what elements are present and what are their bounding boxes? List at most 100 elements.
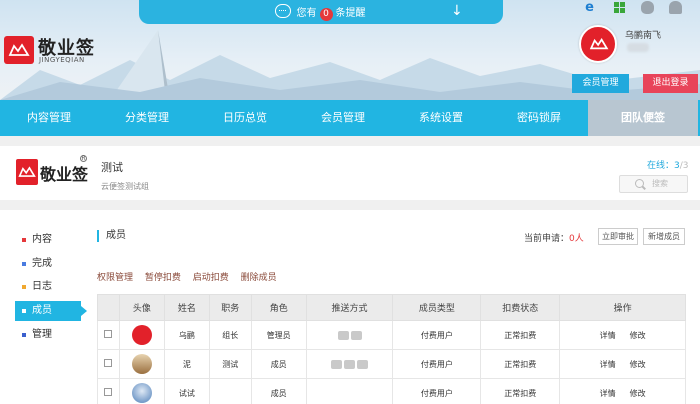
notice-bar[interactable]: 您有 0 条提醒 ↓ — [139, 0, 503, 24]
notice-count-badge: 0 — [319, 7, 333, 21]
push-methods — [305, 349, 394, 379]
member-type: 付费用户 — [392, 320, 482, 350]
pending-applications: 当前申请：0人 — [524, 234, 584, 244]
member-type: 付费用户 — [392, 349, 482, 379]
team-logo-icon — [16, 159, 38, 185]
nav-settings[interactable]: 系统设置 — [392, 100, 490, 136]
team-name: 测试 — [101, 161, 123, 174]
column-header: 职务 — [208, 294, 252, 321]
logo-icon — [4, 36, 34, 64]
member-avatar — [131, 354, 152, 374]
nav-team[interactable]: 团队便签 — [588, 100, 698, 136]
table-row: 乌鹂 组长 管理员 付费用户 正常扣费 详情 修改 — [97, 320, 686, 350]
section-title: 成员 — [97, 230, 126, 242]
online-count[interactable]: 在线：3/3 — [647, 158, 689, 171]
chat-icon — [344, 359, 356, 369]
logout-button[interactable]: 退出登录 — [643, 74, 698, 93]
message-icon — [337, 330, 349, 340]
row-checkbox[interactable] — [104, 388, 113, 396]
member-title — [208, 378, 252, 404]
detail-link[interactable]: 详情 — [600, 389, 616, 398]
row-operations: 详情 修改 — [559, 378, 686, 404]
member-role: 成员 — [250, 349, 307, 379]
nav-calendar[interactable]: 日历总览 — [196, 100, 294, 136]
message-icon — [275, 4, 291, 18]
member-title: 组长 — [208, 320, 252, 350]
detail-link[interactable]: 详情 — [600, 360, 616, 369]
user-avatar[interactable] — [579, 25, 617, 63]
row-operations: 详情 修改 — [559, 349, 686, 379]
team-logo-text: 敬业签 — [40, 165, 89, 184]
member-management-button[interactable]: 会员管理 — [572, 74, 629, 93]
message-icon — [331, 359, 343, 369]
arrow-down-icon[interactable]: ↓ — [451, 4, 463, 18]
resume-billing-link[interactable]: 启动扣费 — [193, 273, 229, 283]
sidebar-item-members[interactable]: 成员 — [15, 301, 87, 321]
sidebar-item-log[interactable]: 日志 — [15, 277, 81, 297]
notice-text: 您有 0 条提醒 — [296, 7, 366, 21]
dot-icon — [22, 333, 26, 337]
add-member-button[interactable]: 新增成员 — [643, 228, 685, 245]
edit-link[interactable]: 修改 — [630, 331, 646, 340]
push-methods — [305, 320, 394, 350]
sidebar-item-done[interactable]: 完成 — [15, 254, 81, 274]
column-header: 角色 — [250, 294, 307, 321]
windows-icon[interactable] — [613, 1, 626, 14]
column-header: 扣费状态 — [480, 294, 561, 321]
pause-billing-link[interactable]: 暂停扣费 — [145, 273, 181, 283]
column-header: 推送方式 — [305, 294, 394, 321]
row-checkbox[interactable] — [104, 330, 113, 338]
billing-status: 正常扣费 — [480, 349, 561, 379]
nav-member[interactable]: 会员管理 — [294, 100, 392, 136]
detail-link[interactable]: 详情 — [600, 331, 616, 340]
column-header — [97, 294, 120, 321]
member-avatar — [131, 383, 152, 403]
nav-lock[interactable]: 密码锁屏 — [490, 100, 588, 136]
search-icon — [635, 179, 644, 188]
dot-icon — [22, 262, 26, 266]
edit-link[interactable]: 修改 — [630, 360, 646, 369]
dot-icon — [22, 285, 26, 289]
member-title: 测试 — [208, 349, 252, 379]
sidebar-item-manage[interactable]: 管理 — [15, 325, 81, 345]
nav-category[interactable]: 分类管理 — [98, 100, 196, 136]
mail-icon — [350, 330, 362, 340]
sidebar-item-content[interactable]: 内容 — [15, 230, 81, 250]
registered-icon: R — [80, 155, 87, 162]
column-header: 成员类型 — [392, 294, 482, 321]
column-header: 操作 — [559, 294, 686, 321]
member-actions: 权限管理 暂停扣费 启动扣费 删除成员 — [97, 270, 286, 283]
mail-icon — [357, 359, 369, 369]
member-type: 付费用户 — [392, 378, 482, 404]
member-role: 管理员 — [250, 320, 307, 350]
logo-subtitle: JINGYEQIAN — [39, 56, 85, 64]
delete-member-link[interactable]: 删除成员 — [241, 273, 277, 283]
member-avatar — [131, 325, 152, 345]
column-header: 姓名 — [163, 294, 210, 321]
member-role: 成员 — [250, 378, 307, 404]
push-methods — [305, 378, 394, 404]
nav-content[interactable]: 内容管理 — [0, 100, 98, 136]
table-row: 泥 测试 成员 付费用户 正常扣费 详情 修改 — [97, 349, 686, 379]
approve-button[interactable]: 立即审批 — [598, 228, 638, 245]
member-name: 试试 — [163, 378, 210, 404]
row-checkbox[interactable] — [104, 359, 113, 367]
row-operations: 详情 修改 — [559, 320, 686, 350]
android-icon[interactable] — [669, 1, 682, 14]
member-name: 乌鹂 — [163, 320, 210, 350]
ie-icon[interactable]: e — [583, 1, 596, 14]
user-info-blurred — [627, 43, 649, 52]
permission-management-link[interactable]: 权限管理 — [97, 273, 133, 283]
column-header: 头像 — [118, 294, 165, 321]
dot-icon — [22, 238, 26, 242]
dot-icon — [22, 309, 26, 313]
edit-link[interactable]: 修改 — [630, 389, 646, 398]
member-name: 泥 — [163, 349, 210, 379]
table-header-row: 头像 姓名 职务 角色 推送方式 成员类型 扣费状态 操作 — [97, 294, 686, 321]
team-description: 云便签测试组 — [101, 182, 149, 191]
table-row: 试试 成员 付费用户 正常扣费 详情 修改 — [97, 378, 686, 404]
search-input[interactable]: 搜索 — [619, 175, 688, 193]
main-nav: 内容管理 分类管理 日历总览 会员管理 系统设置 密码锁屏 团队便签 — [0, 100, 700, 136]
apple-icon[interactable] — [641, 1, 654, 14]
members-table: 头像 姓名 职务 角色 推送方式 成员类型 扣费状态 操作 乌鹂 组长 管理员 … — [97, 294, 686, 404]
